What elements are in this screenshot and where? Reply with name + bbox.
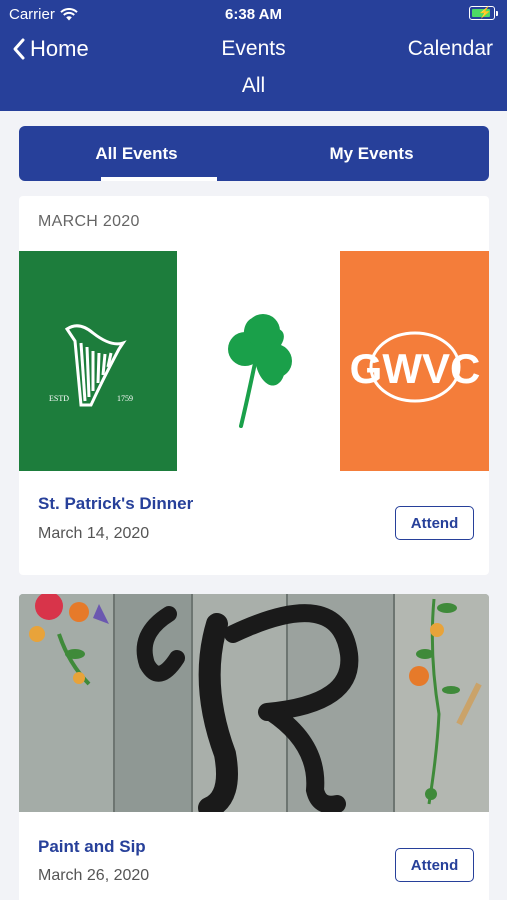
page-subtitle: All — [241, 74, 266, 97]
tab-all-events[interactable]: All Events — [19, 126, 254, 181]
event-title[interactable]: St. Patrick's Dinner — [38, 494, 193, 514]
event-title[interactable]: Paint and Sip — [38, 837, 146, 857]
clock: 6:38 AM — [225, 6, 282, 23]
harp-year-text: 1759 — [117, 394, 133, 403]
event-image-paint-and-sip[interactable] — [19, 594, 489, 812]
svg-text:GWVC: GWVC — [350, 345, 481, 392]
attend-button[interactable]: Attend — [395, 848, 474, 882]
nav-header: Carrier 6:38 AM ⚡ Home Events All Calend… — [0, 0, 507, 111]
harp-est-text: ESTD — [49, 394, 69, 403]
calendar-button[interactable]: Calendar — [408, 37, 493, 61]
battery-icon: ⚡ — [469, 6, 498, 20]
status-bar: Carrier 6:38 AM ⚡ — [0, 0, 507, 28]
month-header: MARCH 2020 — [38, 213, 140, 230]
event-tabs: All Events My Events — [19, 126, 489, 181]
event-date: March 26, 2020 — [38, 867, 150, 884]
attend-button[interactable]: Attend — [395, 506, 474, 540]
tab-my-events[interactable]: My Events — [254, 126, 489, 181]
event-image-st-patricks[interactable]: ESTD 1759 GWVC — [19, 251, 489, 471]
event-date: March 14, 2020 — [38, 525, 150, 542]
